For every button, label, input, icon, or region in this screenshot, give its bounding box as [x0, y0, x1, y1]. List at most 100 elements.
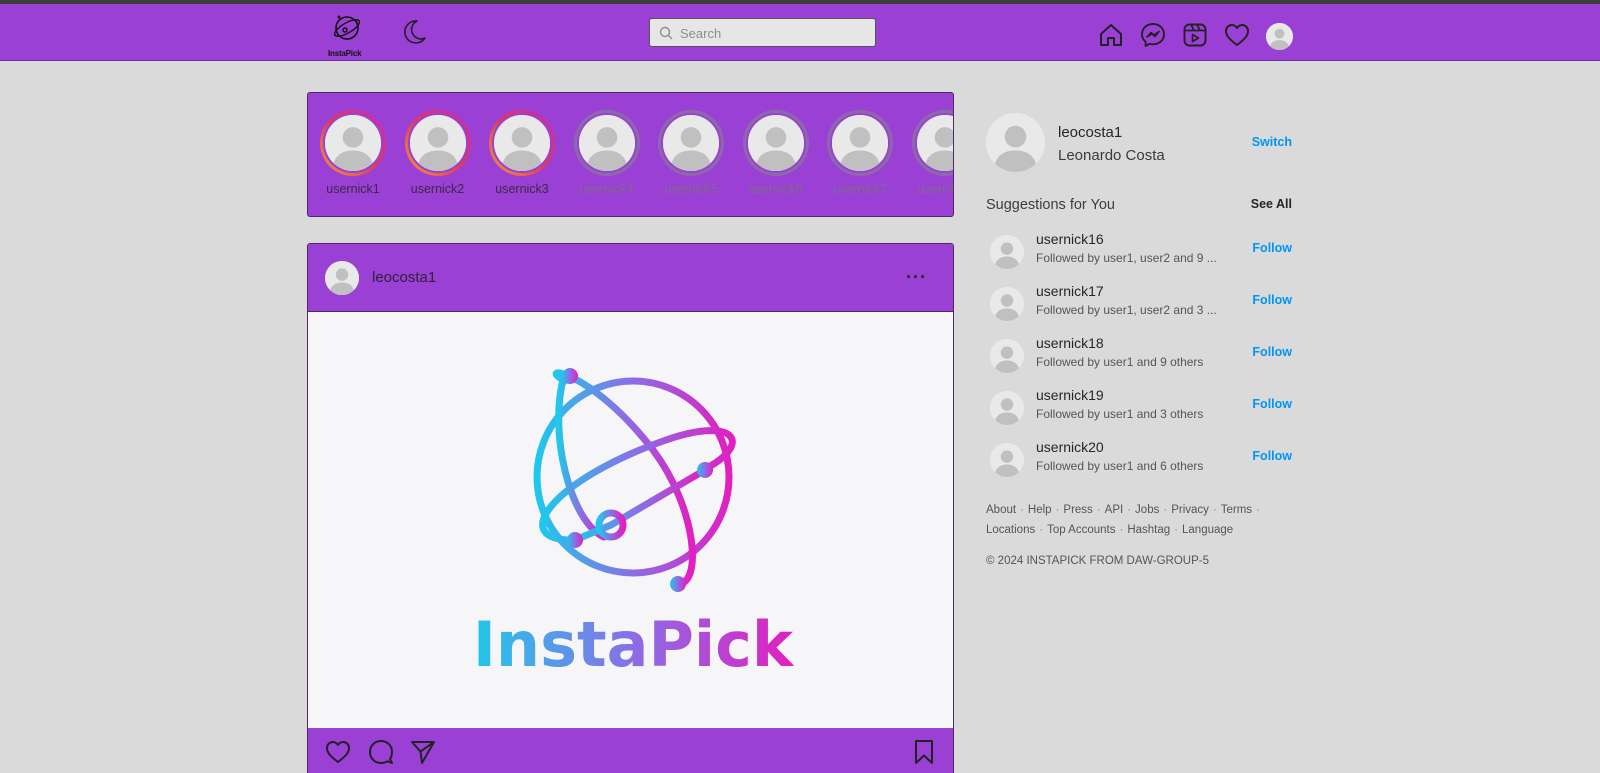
suggestion-followed-by: Followed by user1 and 6 others	[1036, 459, 1204, 473]
search-input[interactable]: Search	[649, 18, 876, 47]
footer-link[interactable]: Terms	[1221, 504, 1252, 516]
footer-link[interactable]: Hashtag	[1127, 524, 1170, 536]
follow-button[interactable]: Follow	[1252, 449, 1292, 463]
comment-icon[interactable]	[367, 738, 395, 766]
story-username: usernick3	[495, 182, 549, 196]
story-item[interactable]: usernick7	[820, 110, 900, 196]
moon-icon[interactable]	[400, 18, 428, 46]
avatar-placeholder-icon	[578, 115, 635, 171]
navbar: InstaPick Search	[0, 4, 1600, 61]
switch-account-link[interactable]: Switch	[1252, 135, 1292, 149]
suggestion-avatar[interactable]	[990, 443, 1024, 477]
story-username: usernick5	[664, 182, 718, 196]
suggestion-avatar[interactable]	[990, 391, 1024, 425]
follow-button[interactable]: Follow	[1252, 241, 1292, 255]
footer-separator: ·	[1212, 504, 1217, 516]
footer-link[interactable]: API	[1105, 504, 1124, 516]
suggestion-username[interactable]: usernick20	[1036, 439, 1104, 455]
footer-link[interactable]: About	[986, 504, 1016, 516]
footer-link[interactable]: Jobs	[1135, 504, 1159, 516]
story-ring	[658, 110, 724, 176]
avatar-placeholder-icon	[494, 115, 550, 171]
follow-button[interactable]: Follow	[1252, 397, 1292, 411]
suggestion-item: usernick19 Followed by user1 and 3 others…	[990, 387, 1292, 431]
suggestion-followed-by: Followed by user1, user2 and 3 ...	[1036, 303, 1217, 317]
current-full-name: Leonardo Costa	[1058, 147, 1165, 164]
heart-icon[interactable]	[1223, 21, 1251, 49]
search-placeholder: Search	[680, 26, 722, 41]
story-ring	[320, 110, 386, 176]
suggestion-followed-by: Followed by user1, user2 and 9 ...	[1036, 251, 1217, 265]
see-all-link[interactable]: See All	[1251, 197, 1292, 211]
story-ring	[827, 110, 893, 176]
avatar-placeholder-icon	[990, 235, 1024, 269]
suggestion-username[interactable]: usernick16	[1036, 231, 1104, 247]
avatar-placeholder-icon	[990, 443, 1024, 477]
avatar-placeholder-icon	[990, 391, 1024, 425]
avatar-placeholder-icon	[990, 287, 1024, 321]
footer-link[interactable]: Privacy	[1171, 504, 1209, 516]
footer-separator: ·	[1020, 504, 1024, 516]
footer-link[interactable]: Language	[1182, 524, 1233, 536]
suggestion-item: usernick17 Followed by user1, user2 and 3…	[990, 283, 1292, 327]
story-item[interactable]: usernick8	[905, 110, 953, 196]
suggestion-username[interactable]: usernick17	[1036, 283, 1104, 299]
story-username: usernick2	[410, 182, 465, 196]
story-item[interactable]: usernick1	[313, 110, 393, 196]
story-ring	[911, 110, 953, 176]
story-avatar	[661, 113, 721, 173]
share-icon[interactable]	[409, 738, 437, 766]
footer-link[interactable]: Press	[1063, 504, 1092, 516]
story-avatar	[745, 113, 806, 173]
post-avatar[interactable]	[325, 261, 359, 295]
story-item[interactable]: usernick3	[482, 110, 562, 196]
post-image[interactable]: InstaPick	[308, 312, 953, 728]
logo-globe-icon	[333, 15, 361, 40]
footer-separator: ·	[1174, 524, 1179, 536]
suggestion-followed-by: Followed by user1 and 3 others	[1036, 407, 1204, 421]
avatar-placeholder-icon	[986, 113, 1045, 172]
suggestion-avatar[interactable]	[990, 235, 1024, 269]
story-username: usernick7	[833, 182, 887, 196]
bookmark-icon[interactable]	[910, 738, 938, 766]
avatar-placeholder-icon	[409, 115, 466, 171]
story-avatar	[914, 113, 953, 173]
suggestion-username[interactable]: usernick19	[1036, 387, 1104, 403]
logo[interactable]: InstaPick	[326, 12, 368, 58]
footer-separator: ·	[1163, 504, 1168, 516]
messenger-icon[interactable]	[1139, 21, 1167, 49]
footer-link[interactable]: Locations	[986, 524, 1035, 536]
story-avatar	[492, 113, 552, 173]
avatar-placeholder-icon	[990, 339, 1024, 373]
suggestion-avatar[interactable]	[990, 287, 1024, 321]
home-icon[interactable]	[1097, 21, 1125, 49]
suggestion-avatar[interactable]	[990, 339, 1024, 373]
avatar-placeholder-icon	[325, 115, 381, 171]
story-item[interactable]: usernick5	[651, 110, 731, 196]
current-user-avatar[interactable]	[986, 113, 1045, 172]
post-username[interactable]: leocosta1	[372, 269, 436, 286]
more-options-button[interactable]: ···	[906, 267, 927, 288]
story-item[interactable]: usernick6	[736, 110, 816, 196]
footer-separator: ·	[1055, 504, 1060, 516]
suggestion-username[interactable]: usernick18	[1036, 335, 1104, 351]
suggestion-item: usernick18 Followed by user1 and 9 others…	[990, 335, 1292, 379]
avatar-placeholder-icon	[663, 115, 719, 171]
story-ring	[573, 110, 640, 176]
profile-avatar[interactable]	[1266, 23, 1293, 50]
footer-separator: ·	[1039, 524, 1044, 536]
current-username[interactable]: leocosta1	[1058, 124, 1122, 141]
story-item[interactable]: usernick2	[398, 110, 478, 196]
follow-button[interactable]: Follow	[1252, 345, 1292, 359]
follow-button[interactable]: Follow	[1252, 293, 1292, 307]
logo-text: InstaPick	[328, 49, 362, 58]
like-heart-icon[interactable]	[324, 738, 352, 766]
avatar-placeholder-icon	[1266, 23, 1293, 50]
story-username: usernick6	[748, 182, 803, 196]
suggestions-title: Suggestions for You	[986, 197, 1115, 213]
story-avatar	[576, 113, 637, 173]
reels-icon[interactable]	[1181, 21, 1209, 49]
footer-link[interactable]: Top Accounts	[1047, 524, 1115, 536]
footer-link[interactable]: Help	[1028, 504, 1052, 516]
story-item[interactable]: usernick4	[567, 110, 647, 196]
